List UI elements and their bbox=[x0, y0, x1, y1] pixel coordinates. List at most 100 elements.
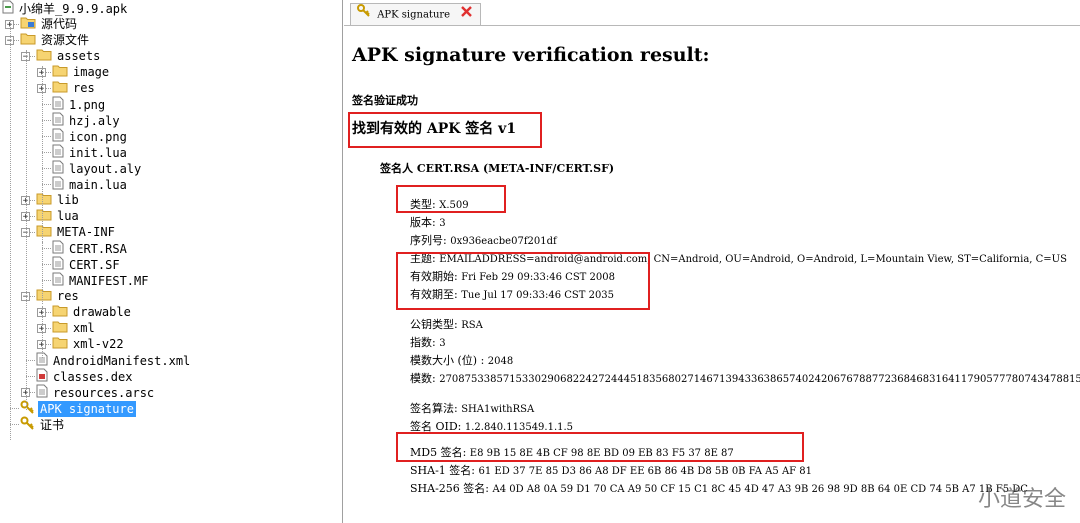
folder-icon bbox=[36, 192, 52, 209]
tree-item[interactable]: APK signature bbox=[20, 400, 136, 417]
folder-icon bbox=[20, 16, 36, 33]
folder-icon bbox=[52, 336, 68, 353]
tree-item-label: xml bbox=[73, 321, 95, 335]
highlight-md5 bbox=[396, 432, 804, 462]
tree-item-label: image bbox=[73, 65, 110, 79]
cert-field-key: 版本: bbox=[410, 216, 440, 229]
tree-item-label: classes.dex bbox=[53, 369, 133, 384]
tree-item[interactable]: CERT.SF bbox=[52, 256, 122, 272]
cert-field: 签名算法: SHA1withRSA bbox=[410, 400, 534, 416]
cert-field-value: A4 0D A8 0A 59 D1 70 CA A9 50 CF 15 C1 8… bbox=[492, 484, 1028, 495]
cert-field-value: 0x936eacbe07f201df bbox=[450, 236, 557, 247]
cert-field-value: 61 ED 37 7E 85 D3 86 A8 DF EE 6B 86 4B D… bbox=[478, 466, 813, 477]
tree-item[interactable]: classes.dex bbox=[36, 368, 134, 384]
tree-item[interactable]: CERT.RSA bbox=[52, 240, 129, 256]
cert-field-key: 模数: bbox=[410, 372, 440, 385]
tree-item[interactable]: layout.aly bbox=[52, 160, 143, 176]
tree-item[interactable]: resources.arsc bbox=[36, 384, 156, 400]
cert-field-key: 模数大小 (位) : bbox=[410, 354, 488, 367]
tree-item[interactable]: init.lua bbox=[52, 144, 129, 160]
tree-root[interactable]: 小绵羊_9.9.9.apk bbox=[2, 0, 129, 16]
tree-item-label: res bbox=[57, 289, 79, 303]
tree-item[interactable]: MANIFEST.MF bbox=[52, 272, 150, 288]
folder-icon bbox=[20, 32, 36, 49]
tree-item-label: MANIFEST.MF bbox=[69, 273, 149, 288]
highlight-type bbox=[396, 185, 506, 213]
tree-item-label: META-INF bbox=[57, 225, 115, 239]
verify-status: 签名验证成功 bbox=[352, 94, 418, 107]
folder-icon bbox=[36, 48, 52, 65]
cert-field: 版本: 3 bbox=[410, 214, 446, 230]
cert-field: SHA-256 签名: A4 0D A8 0A 59 D1 70 CA A9 5… bbox=[410, 480, 1028, 496]
cert-field: SHA-1 签名: 61 ED 37 7E 85 D3 86 A8 DF EE … bbox=[410, 462, 812, 478]
cert-field: 序列号: 0x936eacbe07f201df bbox=[410, 232, 557, 248]
tree-item[interactable]: META-INF bbox=[36, 224, 117, 240]
tree-item-label: xml-v22 bbox=[73, 337, 124, 351]
tree-item-label: 证书 bbox=[40, 417, 65, 432]
tree-item[interactable]: assets bbox=[36, 48, 102, 64]
tree-item[interactable]: res bbox=[52, 80, 97, 96]
cert-field-value: RSA bbox=[461, 320, 483, 331]
tree-item[interactable]: 资源文件 bbox=[20, 32, 91, 48]
tree-item-label: 资源文件 bbox=[41, 33, 90, 47]
tree-item-label: hzj.aly bbox=[69, 113, 120, 128]
tree-item[interactable]: 源代码 bbox=[20, 16, 79, 32]
folder-icon bbox=[36, 208, 52, 225]
tree-root-label: 小绵羊_9.9.9.apk bbox=[19, 1, 128, 16]
cert-field-key: 指数: bbox=[410, 336, 440, 349]
tree-item[interactable]: AndroidManifest.xml bbox=[36, 352, 192, 368]
tree-item[interactable]: main.lua bbox=[52, 176, 129, 192]
tree-item-label: layout.aly bbox=[69, 161, 142, 176]
tree-item-label: CERT.SF bbox=[69, 257, 120, 272]
cert-field-value: SHA1withRSA bbox=[461, 404, 535, 415]
folder-icon bbox=[52, 304, 68, 321]
signer-line: 签名人 CERT.RSA (META-INF/CERT.SF) bbox=[380, 162, 615, 175]
cert-field: 指数: 3 bbox=[410, 334, 446, 350]
tab-label: APK signature bbox=[377, 9, 451, 21]
tree-item-label: 源代码 bbox=[41, 17, 78, 31]
tab-apk-signature[interactable]: APK signature bbox=[350, 3, 482, 26]
key-icon bbox=[357, 4, 370, 26]
tree-item[interactable]: 1.png bbox=[52, 96, 107, 112]
folder-icon bbox=[52, 64, 68, 81]
watermark: 小道安全 bbox=[977, 487, 1066, 512]
cert-field: 模数: 270875338571533029068224272444518356… bbox=[410, 370, 1080, 386]
cert-field: 模数大小 (位) : 2048 bbox=[410, 352, 513, 368]
cert-field: 公钥类型: RSA bbox=[410, 316, 483, 332]
tree-item-label: 1.png bbox=[69, 97, 106, 112]
cert-field-value: 3 bbox=[439, 338, 446, 349]
tree-item[interactable]: icon.png bbox=[52, 128, 129, 144]
tree-item[interactable]: drawable bbox=[52, 304, 133, 320]
tree-item-label: main.lua bbox=[69, 177, 127, 192]
tree-item[interactable]: xml-v22 bbox=[52, 336, 126, 352]
tree-item[interactable]: hzj.aly bbox=[52, 112, 122, 128]
apk-file-icon bbox=[2, 0, 14, 18]
highlight-found bbox=[348, 112, 542, 148]
tree-item[interactable]: image bbox=[52, 64, 111, 80]
tree-item-label: APK signature bbox=[38, 400, 136, 417]
cert-field-value: 2048 bbox=[487, 356, 514, 367]
tree-item-label: resources.arsc bbox=[53, 385, 155, 400]
tree-item-label: icon.png bbox=[69, 129, 127, 144]
tree-item-label: init.lua bbox=[69, 145, 127, 160]
tree-item-label: lua bbox=[57, 209, 79, 223]
cert-field-key: SHA-1 签名: bbox=[410, 464, 479, 477]
close-icon[interactable] bbox=[461, 4, 473, 26]
tree-item-label: assets bbox=[57, 49, 101, 63]
cert-field-value: 2708753385715330290682242724445183568027… bbox=[439, 374, 1080, 385]
tree-item-label: CERT.RSA bbox=[69, 241, 127, 256]
highlight-validity bbox=[396, 252, 650, 310]
cert-field-value: 3 bbox=[439, 218, 446, 229]
page-title: APK signature verification result: bbox=[352, 44, 710, 66]
tree-item-label: lib bbox=[57, 193, 79, 207]
tree-item[interactable]: 证书 bbox=[20, 416, 66, 432]
cert-field-key: 公钥类型: bbox=[410, 318, 462, 331]
tree-item-label: res bbox=[73, 81, 95, 95]
folder-icon bbox=[36, 224, 52, 241]
content-panel: APK signature APK signature verification… bbox=[344, 0, 1080, 523]
tree-item-label: drawable bbox=[73, 305, 131, 319]
tree-item[interactable]: xml bbox=[52, 320, 97, 336]
folder-icon bbox=[52, 320, 68, 337]
cert-field-key: 签名算法: bbox=[410, 402, 462, 415]
cert-field-key: SHA-256 签名: bbox=[410, 482, 493, 495]
